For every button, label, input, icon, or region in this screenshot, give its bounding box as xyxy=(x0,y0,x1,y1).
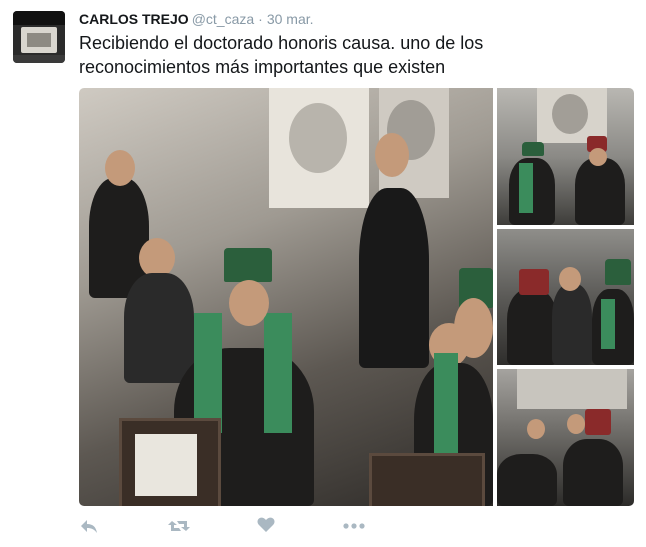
media-grid xyxy=(79,88,634,506)
heart-icon[interactable] xyxy=(257,517,279,539)
photo-side-1[interactable] xyxy=(497,88,634,225)
retweet-icon[interactable] xyxy=(167,517,190,539)
author-name[interactable]: CARLOS TREJO xyxy=(79,11,189,27)
photo-main[interactable] xyxy=(79,88,493,506)
tweet: CARLOS TREJO @ct_caza · 30 mar. Recibiendo … xyxy=(0,0,646,547)
tweet-date[interactable]: 30 mar. xyxy=(267,11,314,27)
tweet-header: CARLOS TREJO @ct_caza · 30 mar. xyxy=(79,10,314,28)
tweet-text: Recibiendo el doctorado honoris causa. u… xyxy=(79,33,484,77)
more-icon[interactable] xyxy=(343,517,365,539)
photo-side-2[interactable] xyxy=(497,229,634,365)
avatar[interactable] xyxy=(13,11,65,63)
author-handle[interactable]: @ct_caza xyxy=(192,11,254,27)
separator: · xyxy=(258,11,263,27)
photo-side-3[interactable] xyxy=(497,369,634,506)
reply-icon[interactable] xyxy=(79,517,101,539)
